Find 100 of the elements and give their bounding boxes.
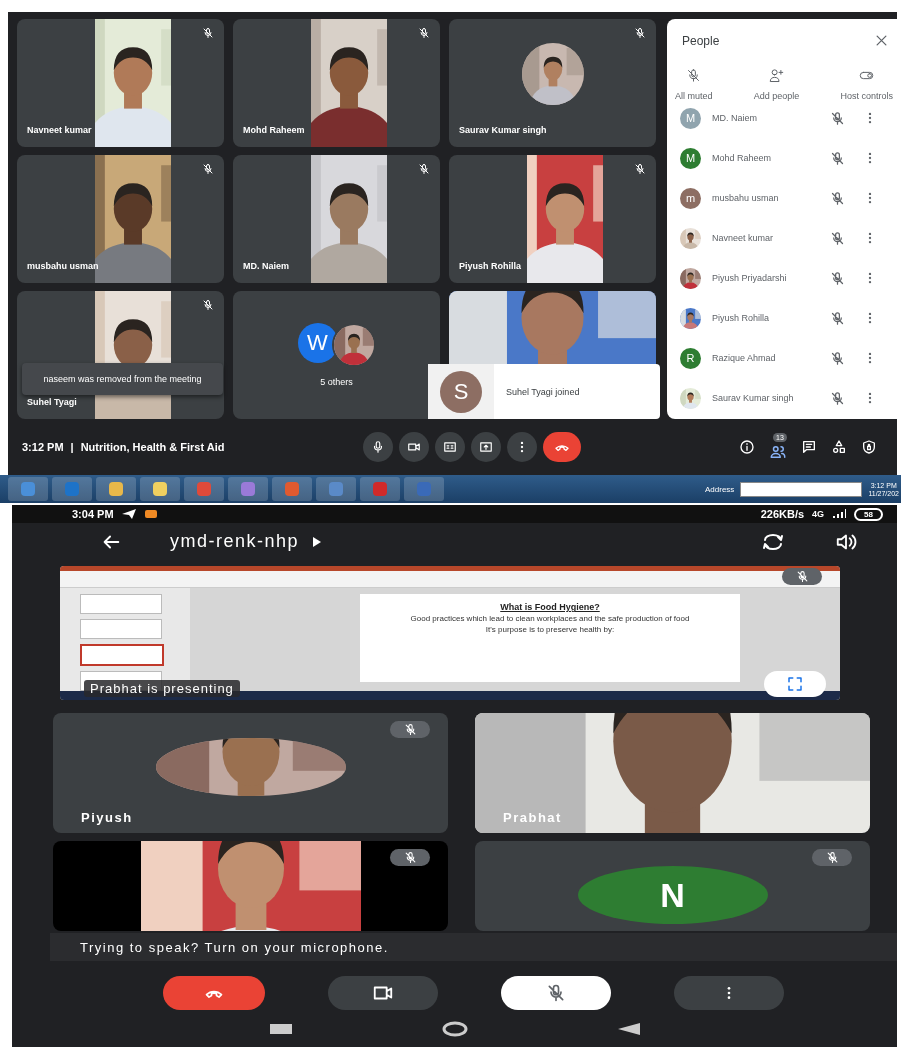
signal-icon bbox=[832, 509, 847, 519]
panel-action[interactable]: Add people bbox=[753, 68, 800, 101]
app-icon bbox=[108, 481, 124, 497]
participant-row[interactable]: R Razique Ahmad bbox=[667, 338, 897, 378]
close-button[interactable] bbox=[874, 33, 889, 48]
control-button[interactable] bbox=[399, 432, 429, 462]
control-button[interactable] bbox=[471, 432, 501, 462]
send-icon bbox=[121, 509, 136, 519]
participant-row[interactable]: Piyush Rohilla bbox=[667, 298, 897, 338]
fullscreen-icon bbox=[786, 675, 804, 693]
participant-name: musbahu usman bbox=[27, 261, 99, 271]
mic-off-icon bbox=[546, 983, 566, 1003]
panel-action[interactable]: All muted bbox=[675, 68, 713, 101]
activities-button[interactable] bbox=[831, 439, 847, 455]
taskbar-button[interactable] bbox=[96, 477, 136, 501]
info-button[interactable] bbox=[739, 439, 755, 455]
safety-button[interactable] bbox=[861, 439, 877, 455]
mic-off-icon bbox=[686, 68, 702, 83]
status-time: 3:04 PM bbox=[72, 508, 114, 520]
participant-name: Mohd Raheem bbox=[712, 153, 773, 163]
app-icon bbox=[64, 481, 80, 497]
back-nav-button[interactable] bbox=[617, 1022, 640, 1035]
notification-icon bbox=[143, 509, 158, 519]
participant-name: Saurav Kumar singh bbox=[712, 393, 795, 403]
battery-indicator: 58 bbox=[854, 507, 883, 521]
app-icon bbox=[240, 481, 256, 497]
participant-name: Navneet kumar bbox=[27, 125, 92, 135]
participant-name: Mohd Raheem bbox=[243, 125, 305, 135]
app-icon bbox=[416, 481, 432, 497]
network-speed: 226KB/s bbox=[760, 508, 805, 520]
end-call-button[interactable] bbox=[543, 432, 581, 462]
participant-name: Piyush Rohilla bbox=[459, 261, 521, 271]
mic-icon bbox=[371, 440, 385, 454]
captions-icon bbox=[443, 440, 457, 454]
participant-row[interactable]: M MD. Naiem bbox=[667, 105, 897, 138]
chat-button[interactable] bbox=[801, 439, 817, 455]
network-type: 4G bbox=[812, 509, 825, 519]
avatar-initial: M bbox=[680, 147, 701, 169]
participant-name: Saurav Kumar singh bbox=[459, 125, 547, 135]
shield-icon bbox=[861, 439, 877, 455]
avatar-initial: S bbox=[440, 370, 482, 413]
avatar-initial: m bbox=[680, 187, 701, 209]
mic-off-icon bbox=[403, 851, 417, 864]
others-count: 5 others bbox=[320, 377, 353, 387]
app-icon bbox=[20, 481, 36, 497]
close-icon bbox=[874, 33, 889, 48]
home-icon bbox=[441, 1020, 468, 1037]
app-icon bbox=[284, 481, 300, 497]
app-icon bbox=[196, 481, 212, 497]
participant-name: musbahu usman bbox=[712, 193, 780, 203]
participant-row[interactable]: m musbahu usman bbox=[667, 178, 897, 218]
taskbar-button[interactable] bbox=[140, 477, 180, 501]
avatar-initial: W bbox=[297, 323, 338, 363]
present-icon bbox=[479, 440, 493, 454]
participant-name: Navneet kumar bbox=[712, 233, 775, 243]
microphone-button[interactable] bbox=[501, 976, 611, 1010]
separator: | bbox=[70, 441, 74, 453]
home-button[interactable] bbox=[441, 1020, 468, 1037]
participant-row[interactable]: Saurav Kumar singh bbox=[667, 378, 897, 418]
participant-name: Piyush Rohilla bbox=[712, 313, 771, 323]
people-icon bbox=[769, 443, 787, 461]
avatar-initial: M bbox=[680, 107, 701, 129]
meeting-code: ymd-renk-nhp bbox=[170, 531, 300, 552]
avatar-initial: N bbox=[577, 866, 768, 924]
participant-name: Prabhat bbox=[503, 810, 562, 825]
control-button[interactable] bbox=[363, 432, 393, 462]
camera-button[interactable] bbox=[328, 976, 438, 1010]
recents-button[interactable] bbox=[269, 1023, 292, 1034]
participant-row[interactable]: Navneet kumar bbox=[667, 218, 897, 258]
end-call-button[interactable] bbox=[163, 976, 265, 1010]
avatar-initial: R bbox=[680, 347, 701, 369]
meeting-time: 3:12 PM bbox=[22, 441, 64, 453]
slide-title: What is Food Hygiene? bbox=[500, 602, 600, 613]
fullscreen-button[interactable] bbox=[764, 671, 826, 697]
mic-off-icon bbox=[795, 570, 809, 583]
app-icon bbox=[152, 481, 168, 497]
meeting-title: Nutrition, Health & First Aid bbox=[80, 441, 225, 453]
notification-toast: naseem was removed from the meeting bbox=[22, 363, 223, 395]
app-icon bbox=[372, 481, 388, 497]
participant-row[interactable]: Piyush Priyadarshi bbox=[667, 258, 897, 298]
triangle-icon bbox=[617, 1022, 640, 1035]
participant-name: MD. Naiem bbox=[243, 261, 289, 271]
mic-off-icon bbox=[825, 851, 839, 864]
panel-action[interactable]: Host controls bbox=[840, 68, 893, 101]
app-icon bbox=[328, 481, 344, 497]
participant-name: Razique Ahmad bbox=[712, 353, 777, 363]
caret-icon bbox=[313, 536, 322, 547]
participant-name: Piyush bbox=[81, 810, 133, 825]
panel-title: People bbox=[682, 33, 720, 48]
microphone-hint: Trying to speak? Turn on your microphone. bbox=[50, 933, 897, 961]
control-button[interactable] bbox=[435, 432, 465, 462]
address-field[interactable] bbox=[740, 481, 863, 497]
address-label: Address bbox=[705, 484, 735, 494]
info-icon bbox=[739, 439, 755, 455]
notification-text: Suhel Tyagi joined bbox=[506, 386, 580, 397]
participant-row[interactable]: M Mohd Raheem bbox=[667, 138, 897, 178]
slide-text: It's purpose is to preserve health by: bbox=[484, 625, 616, 635]
add-person-icon bbox=[769, 68, 784, 83]
presenter-label: Prabhat is presenting bbox=[84, 680, 240, 697]
participant-name: Piyush Priyadarshi bbox=[712, 273, 788, 283]
